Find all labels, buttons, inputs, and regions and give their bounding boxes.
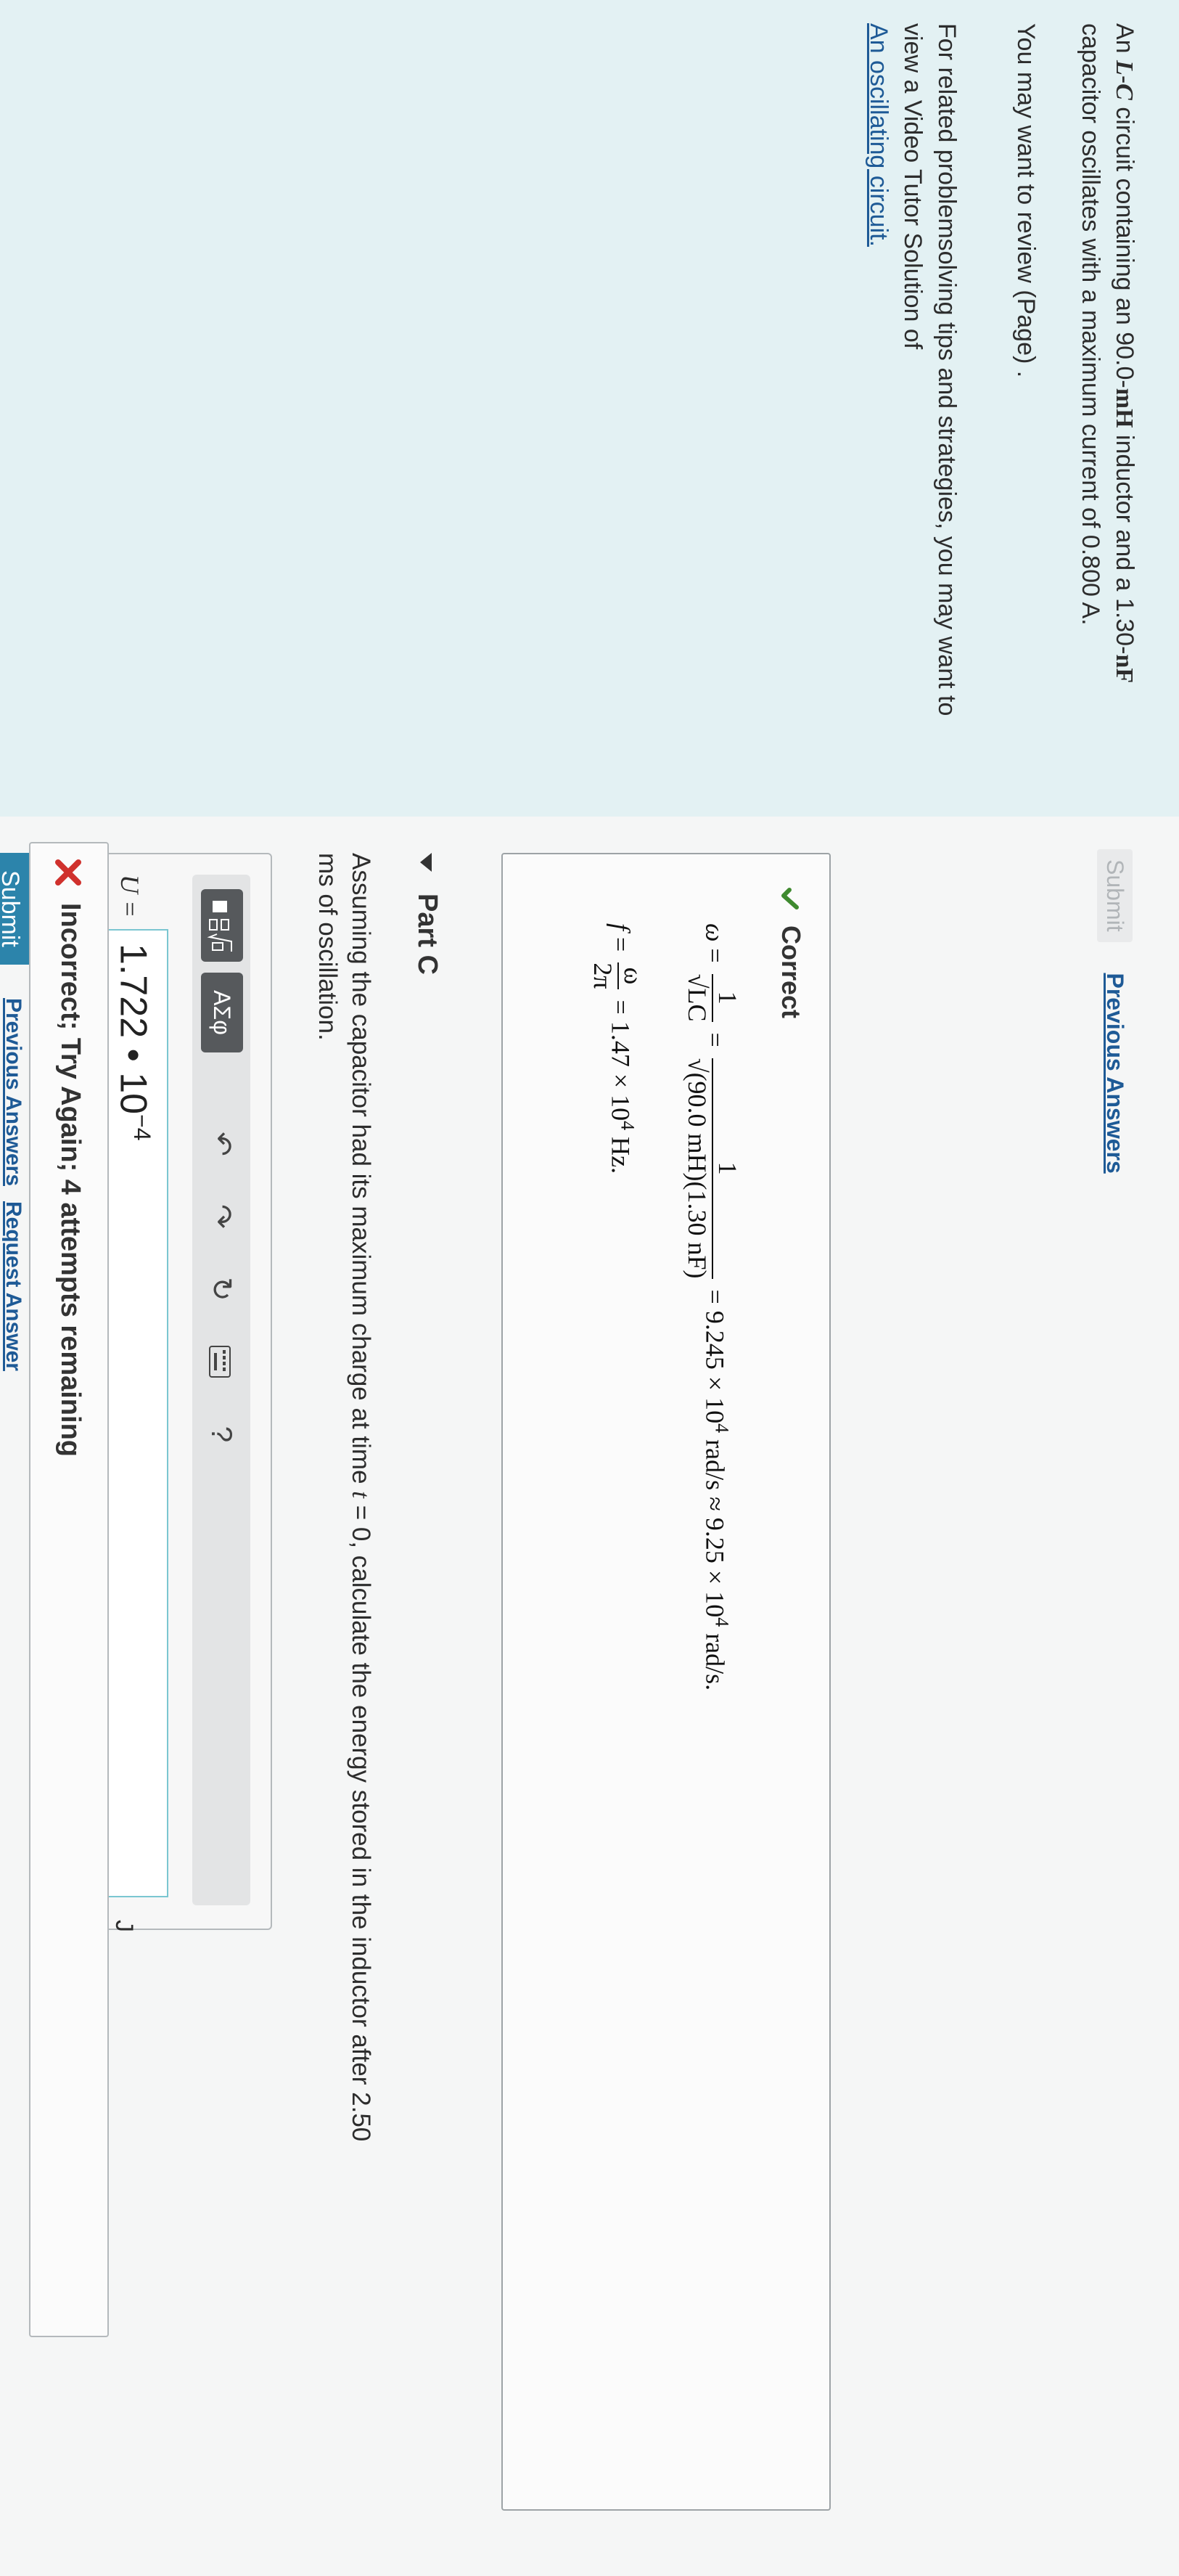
incorrect-render-layer: [0, 0, 1179, 2576]
incorrect-box-inner: Incorrect; Try Again; 4 attempts remaini…: [28, 843, 107, 2339]
incorrect-render-rotated: [0, 0, 1179, 2576]
incorrect-box: Incorrect; Try Again; 4 attempts remaini…: [29, 842, 109, 2337]
incorrect-x-icon: [55, 859, 81, 886]
incorrect-text: Incorrect; Try Again; 4 attempts remaini…: [55, 903, 86, 1457]
